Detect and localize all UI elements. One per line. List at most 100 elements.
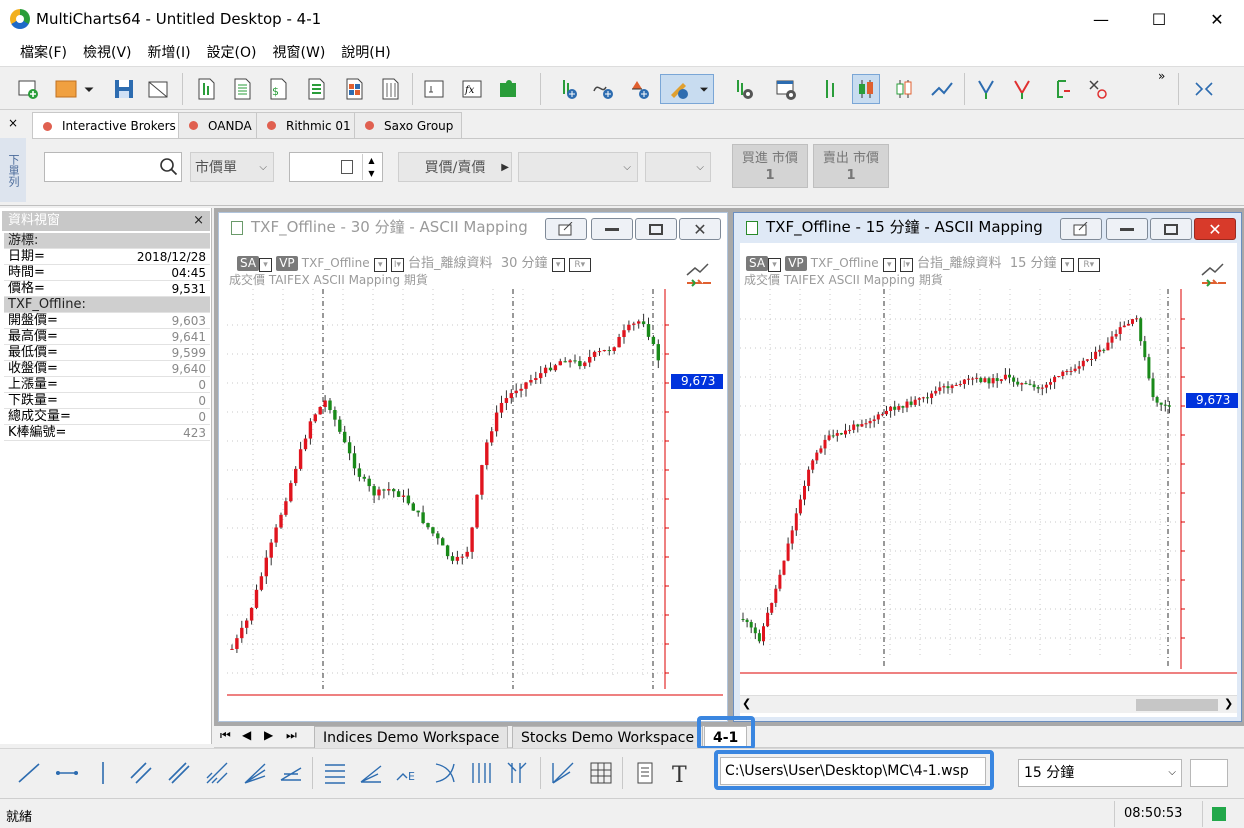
- range-icon[interactable]: R▾: [568, 258, 591, 272]
- toolbar-overflow-icon[interactable]: »: [1158, 69, 1165, 83]
- menu-insert[interactable]: 新增(I): [140, 42, 199, 62]
- account-select[interactable]: ⌵: [518, 152, 638, 182]
- resolution-select[interactable]: 15 分鐘 ⌵: [1018, 759, 1182, 787]
- order-type-select[interactable]: 市價單 ⌵: [190, 152, 274, 182]
- prev-tab-icon[interactable]: ◀: [242, 728, 251, 742]
- range-icon[interactable]: R▾: [1077, 258, 1100, 272]
- insert-study-icon[interactable]: [554, 74, 582, 104]
- price-label-icon[interactable]: [630, 759, 660, 787]
- chart-close-button[interactable]: ✕: [679, 218, 721, 240]
- chart-window-15min[interactable]: TXF_Offline - 15 分鐘 - ASCII Mapping ✕ SA…: [733, 212, 1242, 722]
- pitchfork-icon[interactable]: [202, 759, 232, 787]
- new-window-icon[interactable]: [14, 74, 42, 104]
- scroll-left-icon[interactable]: ❮: [742, 697, 751, 710]
- vp-chip[interactable]: VP: [276, 256, 298, 271]
- order-bar-close-button[interactable]: ×: [8, 116, 18, 130]
- first-tab-icon[interactable]: ⏮: [220, 728, 231, 743]
- dom-window-icon[interactable]: [340, 74, 368, 104]
- trendline-icon[interactable]: [14, 759, 44, 787]
- andrews-fork-icon[interactable]: [240, 759, 270, 787]
- cycle-lines-icon[interactable]: [502, 759, 532, 787]
- scroll-right-icon[interactable]: ❯: [1224, 697, 1233, 710]
- close-button[interactable]: ✕: [1194, 0, 1240, 38]
- workspace-tab-stocks[interactable]: Stocks Demo Workspace: [512, 726, 704, 748]
- bar-chart-type-icon[interactable]: [816, 74, 844, 104]
- chart-close-button[interactable]: ✕: [1194, 218, 1236, 240]
- candlestick-plot-30min[interactable]: [227, 289, 723, 699]
- dropdown-icon[interactable]: ▾: [1060, 258, 1074, 272]
- buy-entry-icon[interactable]: [972, 74, 1000, 104]
- insert-signal-icon[interactable]: [626, 74, 654, 104]
- dropdown-icon[interactable]: ▾: [882, 258, 896, 272]
- chart-window-icon[interactable]: [192, 74, 220, 104]
- vertical-line-icon[interactable]: [88, 759, 118, 787]
- save-icon[interactable]: [110, 74, 138, 104]
- format-settings-icon[interactable]: [730, 74, 758, 104]
- menu-help[interactable]: 說明(H): [333, 42, 398, 62]
- dropdown-icon[interactable]: ▾: [373, 258, 387, 272]
- chart-horizontal-scrollbar[interactable]: ❮ ❯: [740, 695, 1237, 713]
- minimize-button[interactable]: —: [1078, 0, 1124, 38]
- collapse-panels-icon[interactable]: [1190, 74, 1218, 104]
- cancel-orders-icon[interactable]: [1084, 74, 1112, 104]
- chart-settings-button[interactable]: [545, 218, 587, 240]
- line-chart-type-icon[interactable]: [928, 74, 956, 104]
- scrollbar-thumb[interactable]: [1136, 699, 1218, 711]
- broker-tab-oanda[interactable]: OANDA: [178, 112, 261, 138]
- buy-market-button[interactable]: 買進 市價 1: [732, 144, 808, 188]
- fibonacci-extension-icon[interactable]: E: [392, 759, 422, 787]
- sell-entry-icon[interactable]: [1008, 74, 1036, 104]
- menu-view[interactable]: 檢視(V): [75, 42, 140, 62]
- parallel-lines-icon[interactable]: [164, 759, 194, 787]
- exit-position-icon[interactable]: [1048, 74, 1076, 104]
- chart-minimize-button[interactable]: [591, 218, 633, 240]
- workspace-tab-indices[interactable]: Indices Demo Workspace: [314, 726, 509, 748]
- menu-window[interactable]: 視窗(W): [265, 42, 334, 62]
- dropdown-icon[interactable]: ▾: [768, 258, 782, 272]
- vp-chip[interactable]: VP: [785, 256, 807, 271]
- fibonacci-fan-icon[interactable]: [356, 759, 386, 787]
- chart-minimize-button[interactable]: [1106, 218, 1148, 240]
- power-editor-icon[interactable]: [420, 74, 448, 104]
- broker-tab-saxo[interactable]: Saxo Group: [354, 112, 463, 138]
- next-tab-icon[interactable]: ▶: [264, 728, 273, 742]
- tif-select[interactable]: ⌵: [645, 152, 711, 182]
- channel-icon[interactable]: [126, 759, 156, 787]
- scanner-window-icon[interactable]: [228, 74, 256, 104]
- speed-lines-icon[interactable]: [548, 759, 578, 787]
- insert-indicator-icon[interactable]: [590, 74, 618, 104]
- candlestick-chart-type-icon[interactable]: [852, 74, 880, 104]
- last-tab-icon[interactable]: ⏭: [286, 728, 297, 743]
- drawing-dropdown-icon[interactable]: [696, 74, 712, 104]
- chart-maximize-button[interactable]: [635, 218, 677, 240]
- fibonacci-time-zones-icon[interactable]: [466, 759, 496, 787]
- fibonacci-arcs-icon[interactable]: [430, 759, 460, 787]
- order-book-icon[interactable]: [302, 74, 330, 104]
- menu-settings[interactable]: 設定(O): [199, 42, 265, 62]
- indicator-toggle-icon[interactable]: I▾: [390, 258, 404, 272]
- dropdown-icon[interactable]: ▾: [551, 258, 565, 272]
- text-tool-icon[interactable]: T: [666, 759, 696, 787]
- search-icon[interactable]: [159, 157, 179, 181]
- data-window-close-button[interactable]: ×: [193, 211, 204, 231]
- broker-tab-rithmic[interactable]: Rithmic 01: [256, 112, 360, 138]
- chart-window-30min[interactable]: TXF_Offline - 30 分鐘 - ASCII Mapping ✕ SA…: [218, 212, 728, 722]
- window-settings-icon[interactable]: [772, 74, 800, 104]
- sa-chip[interactable]: SA: [237, 256, 260, 271]
- fibonacci-retracement-icon[interactable]: [320, 759, 350, 787]
- broker-tab-interactive-brokers[interactable]: Interactive Brokers: [32, 112, 185, 139]
- gann-fan-icon[interactable]: [276, 759, 306, 787]
- stepper-arrows-icon[interactable]: ▲ ▼: [362, 154, 380, 180]
- horizontal-line-icon[interactable]: [52, 759, 82, 787]
- sell-market-button[interactable]: 賣出 市價 1: [813, 144, 889, 188]
- quotes-window-icon[interactable]: [376, 74, 404, 104]
- open-workspace-icon[interactable]: [52, 74, 80, 104]
- calculator-icon[interactable]: [341, 160, 353, 174]
- candlestick-plot-15min[interactable]: [740, 289, 1237, 679]
- portfolio-window-icon[interactable]: $: [264, 74, 292, 104]
- open-dropdown-icon[interactable]: [80, 74, 98, 104]
- plugin-icon[interactable]: [494, 74, 522, 104]
- grid-icon[interactable]: [586, 759, 616, 787]
- function-editor-icon[interactable]: fx: [458, 74, 486, 104]
- price-mode-button[interactable]: 買價/賣價 ▶: [398, 152, 512, 182]
